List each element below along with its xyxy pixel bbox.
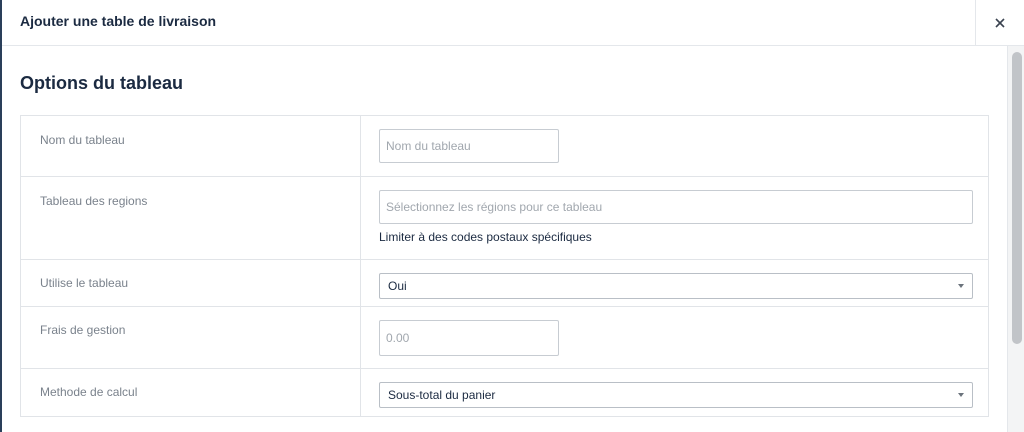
limit-postcodes-link[interactable]: Limiter à des codes postaux spécifiques xyxy=(379,230,592,244)
row-table-name: Nom du tableau Nom du tableau xyxy=(21,116,988,177)
chevron-down-icon xyxy=(958,393,964,397)
use-table-select[interactable]: Oui xyxy=(379,273,973,299)
label-cell: Tableau des regions xyxy=(21,177,361,259)
modal-title: Ajouter une table de livraison xyxy=(20,13,217,29)
row-use-table: Utilise le tableau Oui xyxy=(21,260,988,307)
regions-label: Tableau des regions xyxy=(40,194,148,208)
label-cell: Frais de gestion xyxy=(21,307,361,368)
row-calc-method: Methode de calcul Sous-total du panier xyxy=(21,369,988,416)
regions-placeholder: Sélectionnez les régions pour ce tableau xyxy=(386,200,603,214)
calc-method-label: Methode de calcul xyxy=(40,385,138,399)
close-icon xyxy=(995,18,1005,28)
table-name-label: Nom du tableau xyxy=(40,133,125,147)
handling-fee-label: Frais de gestion xyxy=(40,323,126,337)
modal-header: Ajouter une table de livraison xyxy=(2,0,1024,46)
calc-method-value: Sous-total du panier xyxy=(388,388,496,402)
table-name-input[interactable]: Nom du tableau xyxy=(379,129,559,163)
regions-select-input[interactable]: Sélectionnez les régions pour ce tableau xyxy=(379,190,973,224)
label-cell: Methode de calcul xyxy=(21,369,361,416)
modal-dialog: Ajouter une table de livraison Options d… xyxy=(0,0,1024,432)
handling-fee-input[interactable]: 0.00 xyxy=(379,320,559,356)
row-handling-fee: Frais de gestion 0.00 xyxy=(21,307,988,369)
options-form: Nom du tableau Nom du tableau Tableau de… xyxy=(20,115,989,417)
close-button[interactable] xyxy=(975,0,1024,46)
label-cell: Utilise le tableau xyxy=(21,260,361,306)
label-cell: Nom du tableau xyxy=(21,116,361,176)
vertical-scrollbar[interactable] xyxy=(1007,46,1024,432)
scrollbar-thumb[interactable] xyxy=(1012,52,1022,344)
section-title: Options du tableau xyxy=(20,73,184,93)
calc-method-select[interactable]: Sous-total du panier xyxy=(379,382,973,408)
use-table-value: Oui xyxy=(388,279,407,293)
chevron-down-icon xyxy=(958,284,964,288)
table-name-placeholder: Nom du tableau xyxy=(386,139,471,153)
use-table-label: Utilise le tableau xyxy=(40,276,129,290)
row-regions: Tableau des regions Sélectionnez les rég… xyxy=(21,177,988,260)
modal-body: Options du tableau Nom du tableau Nom du… xyxy=(2,46,1007,432)
handling-fee-placeholder: 0.00 xyxy=(386,331,410,345)
